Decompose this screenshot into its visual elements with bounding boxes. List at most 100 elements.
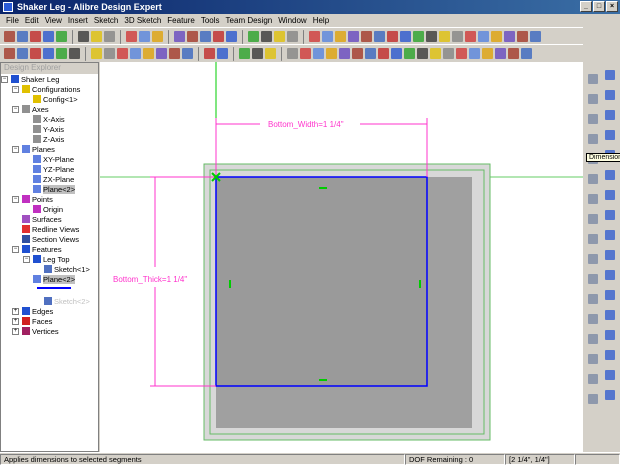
toolbar1-button-icon-8[interactable] bbox=[104, 31, 115, 42]
toolbar1-button-icon-25[interactable] bbox=[361, 31, 372, 42]
toolbar1-button-icon-11[interactable] bbox=[152, 31, 163, 42]
toolbar2-button-icon-17[interactable] bbox=[239, 48, 250, 59]
toolbar2-button-icon-8[interactable] bbox=[104, 48, 115, 59]
right-toolbar-button-icon-33[interactable] bbox=[588, 394, 598, 404]
toolbar2-button-icon-24[interactable] bbox=[339, 48, 350, 59]
expand-toggle[interactable]: − bbox=[12, 196, 19, 203]
toolbar2-button-icon-19[interactable] bbox=[265, 48, 276, 59]
menu-team-design[interactable]: Team Design bbox=[223, 16, 276, 25]
toolbar1-button-icon-14[interactable] bbox=[200, 31, 211, 42]
right-toolbar-button-icon-2[interactable] bbox=[605, 70, 615, 80]
toolbar1-button-icon-1[interactable] bbox=[4, 31, 15, 42]
expand-toggle[interactable]: + bbox=[12, 318, 19, 325]
toolbar2-button-icon-35[interactable] bbox=[482, 48, 493, 59]
menu-view[interactable]: View bbox=[42, 16, 65, 25]
toolbar2-button-icon-25[interactable] bbox=[352, 48, 363, 59]
right-toolbar-button-icon-22[interactable] bbox=[605, 270, 615, 280]
right-toolbar-button-icon-18[interactable] bbox=[605, 230, 615, 240]
width-dimension-label[interactable]: Bottom_Width=1 1/4" bbox=[268, 120, 344, 129]
toolbar1-button-icon-9[interactable] bbox=[126, 31, 137, 42]
tree-item-axes[interactable]: Axes bbox=[22, 104, 49, 114]
right-toolbar-button-icon-6[interactable] bbox=[605, 110, 615, 120]
tree-item-points[interactable]: Points bbox=[22, 194, 53, 204]
tree-item-origin[interactable]: Origin bbox=[33, 204, 63, 214]
tree-item-shaker-leg[interactable]: Shaker Leg bbox=[11, 74, 59, 84]
right-toolbar-button-icon-14[interactable] bbox=[605, 190, 615, 200]
toolbar2-button-icon-27[interactable] bbox=[378, 48, 389, 59]
toolbar1-button-icon-23[interactable] bbox=[335, 31, 346, 42]
toolbar1-button-icon-24[interactable] bbox=[348, 31, 359, 42]
toolbar2-button-icon-2[interactable] bbox=[17, 48, 28, 59]
toolbar2-button-icon-34[interactable] bbox=[469, 48, 480, 59]
toolbar1-button-icon-28[interactable] bbox=[400, 31, 411, 42]
toolbar1-button-icon-26[interactable] bbox=[374, 31, 385, 42]
toolbar2-button-icon-37[interactable] bbox=[508, 48, 519, 59]
right-toolbar-button-icon-17[interactable] bbox=[588, 234, 598, 244]
toolbar1-button-icon-21[interactable] bbox=[309, 31, 320, 42]
tree-item-configurations[interactable]: Configurations bbox=[22, 84, 80, 94]
sketch-rectangle[interactable] bbox=[215, 176, 428, 387]
toolbar2-button-icon-28[interactable] bbox=[391, 48, 402, 59]
tree-item-config-1-[interactable]: Config<1> bbox=[33, 94, 78, 104]
expand-toggle[interactable]: − bbox=[12, 86, 19, 93]
toolbar2-button-icon-32[interactable] bbox=[443, 48, 454, 59]
expand-toggle[interactable]: + bbox=[12, 308, 19, 315]
right-toolbar-button-icon-28[interactable] bbox=[605, 330, 615, 340]
menu-window[interactable]: Window bbox=[275, 16, 309, 25]
toolbar1-button-icon-7[interactable] bbox=[91, 31, 102, 42]
right-toolbar-button-icon-16[interactable] bbox=[605, 210, 615, 220]
menu-edit[interactable]: Edit bbox=[22, 16, 42, 25]
toolbar1-button-icon-30[interactable] bbox=[426, 31, 437, 42]
toolbar1-button-icon-17[interactable] bbox=[248, 31, 259, 42]
rollback-bar[interactable] bbox=[37, 287, 71, 289]
right-toolbar-button-icon-1[interactable] bbox=[588, 74, 598, 84]
toolbar2-button-icon-33[interactable] bbox=[456, 48, 467, 59]
expand-toggle[interactable]: − bbox=[12, 246, 19, 253]
menu-tools[interactable]: Tools bbox=[198, 16, 223, 25]
toolbar1-button-icon-32[interactable] bbox=[452, 31, 463, 42]
toolbar2-button-icon-13[interactable] bbox=[169, 48, 180, 59]
toolbar1-button-icon-5[interactable] bbox=[56, 31, 67, 42]
toolbar2-button-icon-21[interactable] bbox=[300, 48, 311, 59]
toolbar1-button-icon-22[interactable] bbox=[322, 31, 333, 42]
toolbar2-button-icon-7[interactable] bbox=[91, 48, 102, 59]
right-toolbar-button-icon-29[interactable] bbox=[588, 354, 598, 364]
toolbar1-button-icon-19[interactable] bbox=[274, 31, 285, 42]
right-toolbar-button-icon-24[interactable] bbox=[605, 290, 615, 300]
maximize-button[interactable]: □ bbox=[593, 1, 605, 12]
toolbar1-button-icon-35[interactable] bbox=[491, 31, 502, 42]
right-toolbar-button-icon-20[interactable] bbox=[605, 250, 615, 260]
toolbar1-button-icon-31[interactable] bbox=[439, 31, 450, 42]
toolbar2-button-icon-4[interactable] bbox=[43, 48, 54, 59]
right-toolbar-button-icon-21[interactable] bbox=[588, 274, 598, 284]
tree-item-section-views[interactable]: Section Views bbox=[22, 234, 79, 244]
right-toolbar-button-icon-13[interactable] bbox=[588, 194, 598, 204]
toolbar2-button-icon-1[interactable] bbox=[4, 48, 15, 59]
right-toolbar-button-icon-3[interactable] bbox=[588, 94, 598, 104]
toolbar1-button-icon-10[interactable] bbox=[139, 31, 150, 42]
toolbar1-button-icon-33[interactable] bbox=[465, 31, 476, 42]
toolbar2-button-icon-38[interactable] bbox=[521, 48, 532, 59]
menu-3d-sketch[interactable]: 3D Sketch bbox=[121, 16, 164, 25]
right-toolbar-button-icon-25[interactable] bbox=[588, 314, 598, 324]
toolbar2-button-icon-11[interactable] bbox=[143, 48, 154, 59]
toolbar1-button-icon-2[interactable] bbox=[17, 31, 28, 42]
tree-item-edges[interactable]: Edges bbox=[22, 306, 53, 316]
right-toolbar-button-icon-12[interactable] bbox=[605, 170, 615, 180]
expand-toggle[interactable]: − bbox=[23, 256, 30, 263]
toolbar1-button-icon-12[interactable] bbox=[174, 31, 185, 42]
right-toolbar-button-icon-8[interactable] bbox=[605, 130, 615, 140]
toolbar2-button-icon-20[interactable] bbox=[287, 48, 298, 59]
toolbar1-button-icon-3[interactable] bbox=[30, 31, 41, 42]
toolbar2-button-icon-18[interactable] bbox=[252, 48, 263, 59]
toolbar2-button-icon-30[interactable] bbox=[417, 48, 428, 59]
tree-item-y-axis[interactable]: Y-Axis bbox=[33, 124, 64, 134]
toolbar1-button-icon-20[interactable] bbox=[287, 31, 298, 42]
tree-item-plane-2-[interactable]: Plane<2> bbox=[33, 274, 76, 284]
toolbar1-button-icon-18[interactable] bbox=[261, 31, 272, 42]
tree-item-xy-plane[interactable]: XY-Plane bbox=[33, 154, 74, 164]
thick-dimension-label[interactable]: Bottom_Thick=1 1/4" bbox=[113, 275, 187, 284]
toolbar2-button-icon-14[interactable] bbox=[182, 48, 193, 59]
toolbar1-button-icon-13[interactable] bbox=[187, 31, 198, 42]
toolbar1-button-icon-15[interactable] bbox=[213, 31, 224, 42]
